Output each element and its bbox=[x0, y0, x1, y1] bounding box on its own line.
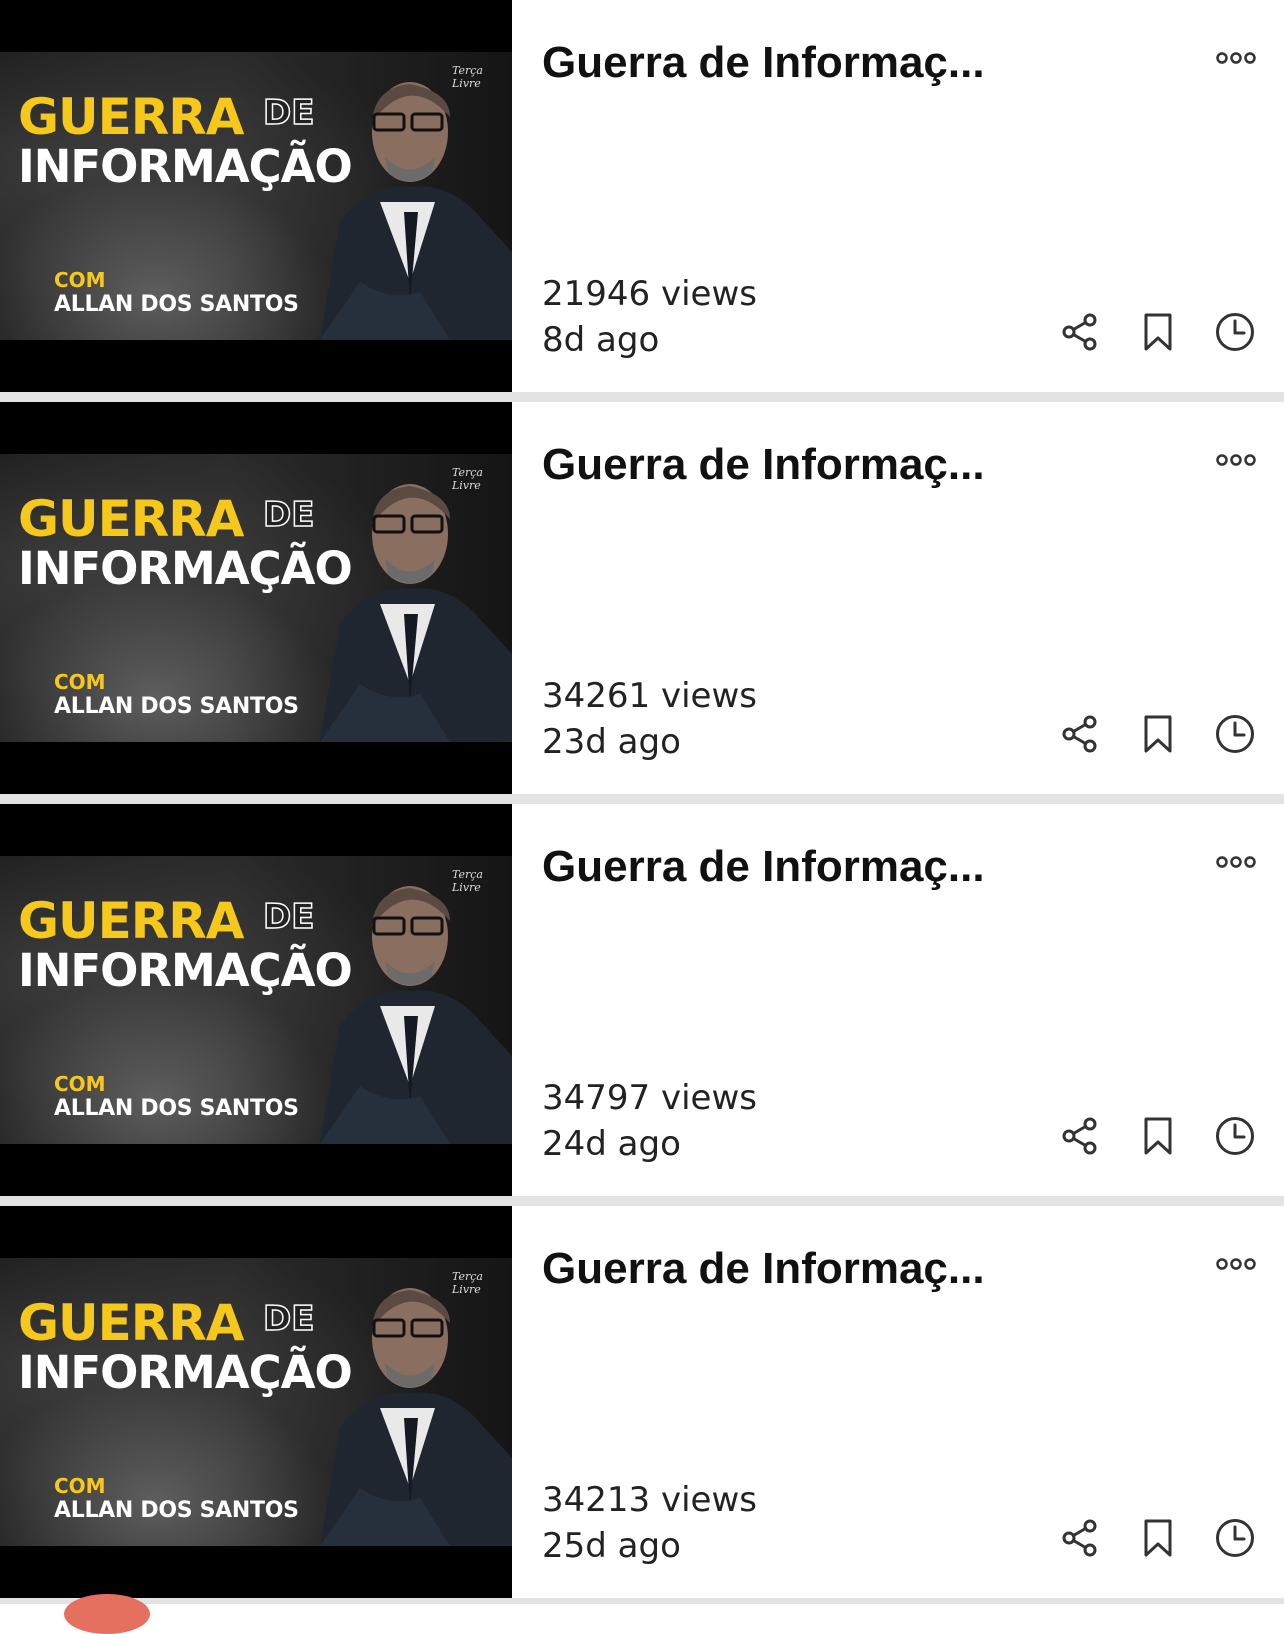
share-icon bbox=[1062, 1117, 1097, 1155]
thumbnail-com-label: COM bbox=[54, 268, 106, 292]
thumbnail-com-label: COM bbox=[54, 1072, 106, 1096]
thumbnail-host-name: ALLAN DOS SANTOS bbox=[54, 1096, 299, 1121]
clock-icon bbox=[1216, 313, 1254, 351]
thumbnail-title-de: DE bbox=[262, 93, 315, 133]
thumbnail-host-name: ALLAN DOS SANTOS bbox=[54, 694, 299, 719]
thumbnail-brand-logo: Terça Livre bbox=[452, 466, 483, 492]
published-time: 24d ago bbox=[542, 1124, 681, 1164]
thumbnail-image: GUERRA DE INFORMAÇÃO COM ALLAN DOS SANTO… bbox=[0, 1258, 512, 1546]
bookmark-icon bbox=[1144, 313, 1172, 351]
bookmark-icon bbox=[1144, 715, 1172, 753]
published-time: 25d ago bbox=[542, 1526, 681, 1566]
share-icon bbox=[1062, 313, 1097, 351]
more-horizontal-icon bbox=[1216, 52, 1256, 64]
host-portrait bbox=[320, 886, 512, 1144]
video-card[interactable]: GUERRA DE INFORMAÇÃO COM ALLAN DOS SANTO… bbox=[0, 0, 1284, 392]
watch-later-button[interactable] bbox=[1211, 710, 1259, 758]
view-count: 34797 views bbox=[542, 1078, 757, 1118]
video-thumbnail[interactable]: GUERRA DE INFORMAÇÃO COM ALLAN DOS SANTO… bbox=[0, 402, 512, 794]
thumbnail-brand-logo: Terça Livre bbox=[452, 868, 483, 894]
thumbnail-brand-logo: Terça Livre bbox=[452, 1270, 483, 1296]
thumbnail-host-name: ALLAN DOS SANTOS bbox=[54, 292, 299, 317]
thumbnail-image: GUERRA DE INFORMAÇÃO COM ALLAN DOS SANTO… bbox=[0, 52, 512, 340]
share-button[interactable] bbox=[1056, 1112, 1104, 1160]
video-title[interactable]: Guerra de Informaç... bbox=[542, 842, 985, 892]
share-icon bbox=[1062, 1519, 1097, 1557]
video-feed: GUERRA DE INFORMAÇÃO COM ALLAN DOS SANTO… bbox=[0, 0, 1284, 1634]
share-button[interactable] bbox=[1056, 1514, 1104, 1562]
thumbnail-title-de: DE bbox=[262, 1299, 315, 1339]
view-count: 34213 views bbox=[542, 1480, 757, 1520]
thumbnail-host-name: ALLAN DOS SANTOS bbox=[54, 1498, 299, 1523]
host-portrait bbox=[320, 82, 512, 340]
save-button[interactable] bbox=[1134, 1112, 1182, 1160]
thumbnail-image: GUERRA DE INFORMAÇÃO COM ALLAN DOS SANTO… bbox=[0, 856, 512, 1144]
host-portrait bbox=[320, 1288, 512, 1546]
more-horizontal-icon bbox=[1216, 1258, 1256, 1270]
thumbnail-com-label: COM bbox=[54, 670, 106, 694]
video-title[interactable]: Guerra de Informaç... bbox=[542, 440, 985, 490]
thumbnail-title-de: DE bbox=[262, 495, 315, 535]
thumbnail-title-line1: GUERRA bbox=[18, 1294, 244, 1352]
thumbnail-title-line1: GUERRA bbox=[18, 88, 244, 146]
watch-later-button[interactable] bbox=[1211, 1112, 1259, 1160]
video-thumbnail[interactable]: GUERRA DE INFORMAÇÃO COM ALLAN DOS SANTO… bbox=[0, 804, 512, 1196]
thumbnail-title-line2: INFORMAÇÃO bbox=[18, 542, 353, 595]
thumbnail-title-line1: GUERRA bbox=[18, 490, 244, 548]
save-button[interactable] bbox=[1134, 1514, 1182, 1562]
save-button[interactable] bbox=[1134, 710, 1182, 758]
watch-later-button[interactable] bbox=[1211, 308, 1259, 356]
thumbnail-com-label: COM bbox=[54, 1474, 106, 1498]
more-options-button[interactable] bbox=[1210, 46, 1262, 70]
view-count: 34261 views bbox=[542, 676, 757, 716]
bookmark-icon bbox=[1144, 1117, 1172, 1155]
clock-icon bbox=[1216, 1519, 1254, 1557]
thumbnail-title-line2: INFORMAÇÃO bbox=[18, 1346, 353, 1399]
view-count: 21946 views bbox=[542, 274, 757, 314]
video-title[interactable]: Guerra de Informaç... bbox=[542, 1244, 985, 1294]
clock-icon bbox=[1216, 715, 1254, 753]
clock-icon bbox=[1216, 1117, 1254, 1155]
watch-later-button[interactable] bbox=[1211, 1514, 1259, 1562]
more-options-button[interactable] bbox=[1210, 850, 1262, 874]
thumbnail-title-line2: INFORMAÇÃO bbox=[18, 140, 353, 193]
video-card[interactable]: GUERRA DE INFORMAÇÃO COM ALLAN DOS SANTO… bbox=[0, 402, 1284, 794]
video-thumbnail[interactable]: GUERRA DE INFORMAÇÃO COM ALLAN DOS SANTO… bbox=[0, 0, 512, 392]
save-button[interactable] bbox=[1134, 308, 1182, 356]
video-thumbnail[interactable]: GUERRA DE INFORMAÇÃO COM ALLAN DOS SANTO… bbox=[0, 1206, 512, 1598]
thumbnail-image: GUERRA DE INFORMAÇÃO COM ALLAN DOS SANTO… bbox=[0, 454, 512, 742]
more-options-button[interactable] bbox=[1210, 1252, 1262, 1276]
more-options-button[interactable] bbox=[1210, 448, 1262, 472]
next-item-avatar bbox=[64, 1594, 150, 1634]
share-button[interactable] bbox=[1056, 308, 1104, 356]
share-icon bbox=[1062, 715, 1097, 753]
thumbnail-title-line1: GUERRA bbox=[18, 892, 244, 950]
share-button[interactable] bbox=[1056, 710, 1104, 758]
published-time: 8d ago bbox=[542, 320, 660, 360]
thumbnail-title-de: DE bbox=[262, 897, 315, 937]
video-card[interactable]: GUERRA DE INFORMAÇÃO COM ALLAN DOS SANTO… bbox=[0, 804, 1284, 1196]
more-horizontal-icon bbox=[1216, 856, 1256, 868]
video-title[interactable]: Guerra de Informaç... bbox=[542, 38, 985, 88]
bookmark-icon bbox=[1144, 1519, 1172, 1557]
thumbnail-title-line2: INFORMAÇÃO bbox=[18, 944, 353, 997]
thumbnail-brand-logo: Terça Livre bbox=[452, 64, 483, 90]
video-card[interactable]: GUERRA DE INFORMAÇÃO COM ALLAN DOS SANTO… bbox=[0, 1206, 1284, 1598]
host-portrait bbox=[320, 484, 512, 742]
published-time: 23d ago bbox=[542, 722, 681, 762]
more-horizontal-icon bbox=[1216, 454, 1256, 466]
